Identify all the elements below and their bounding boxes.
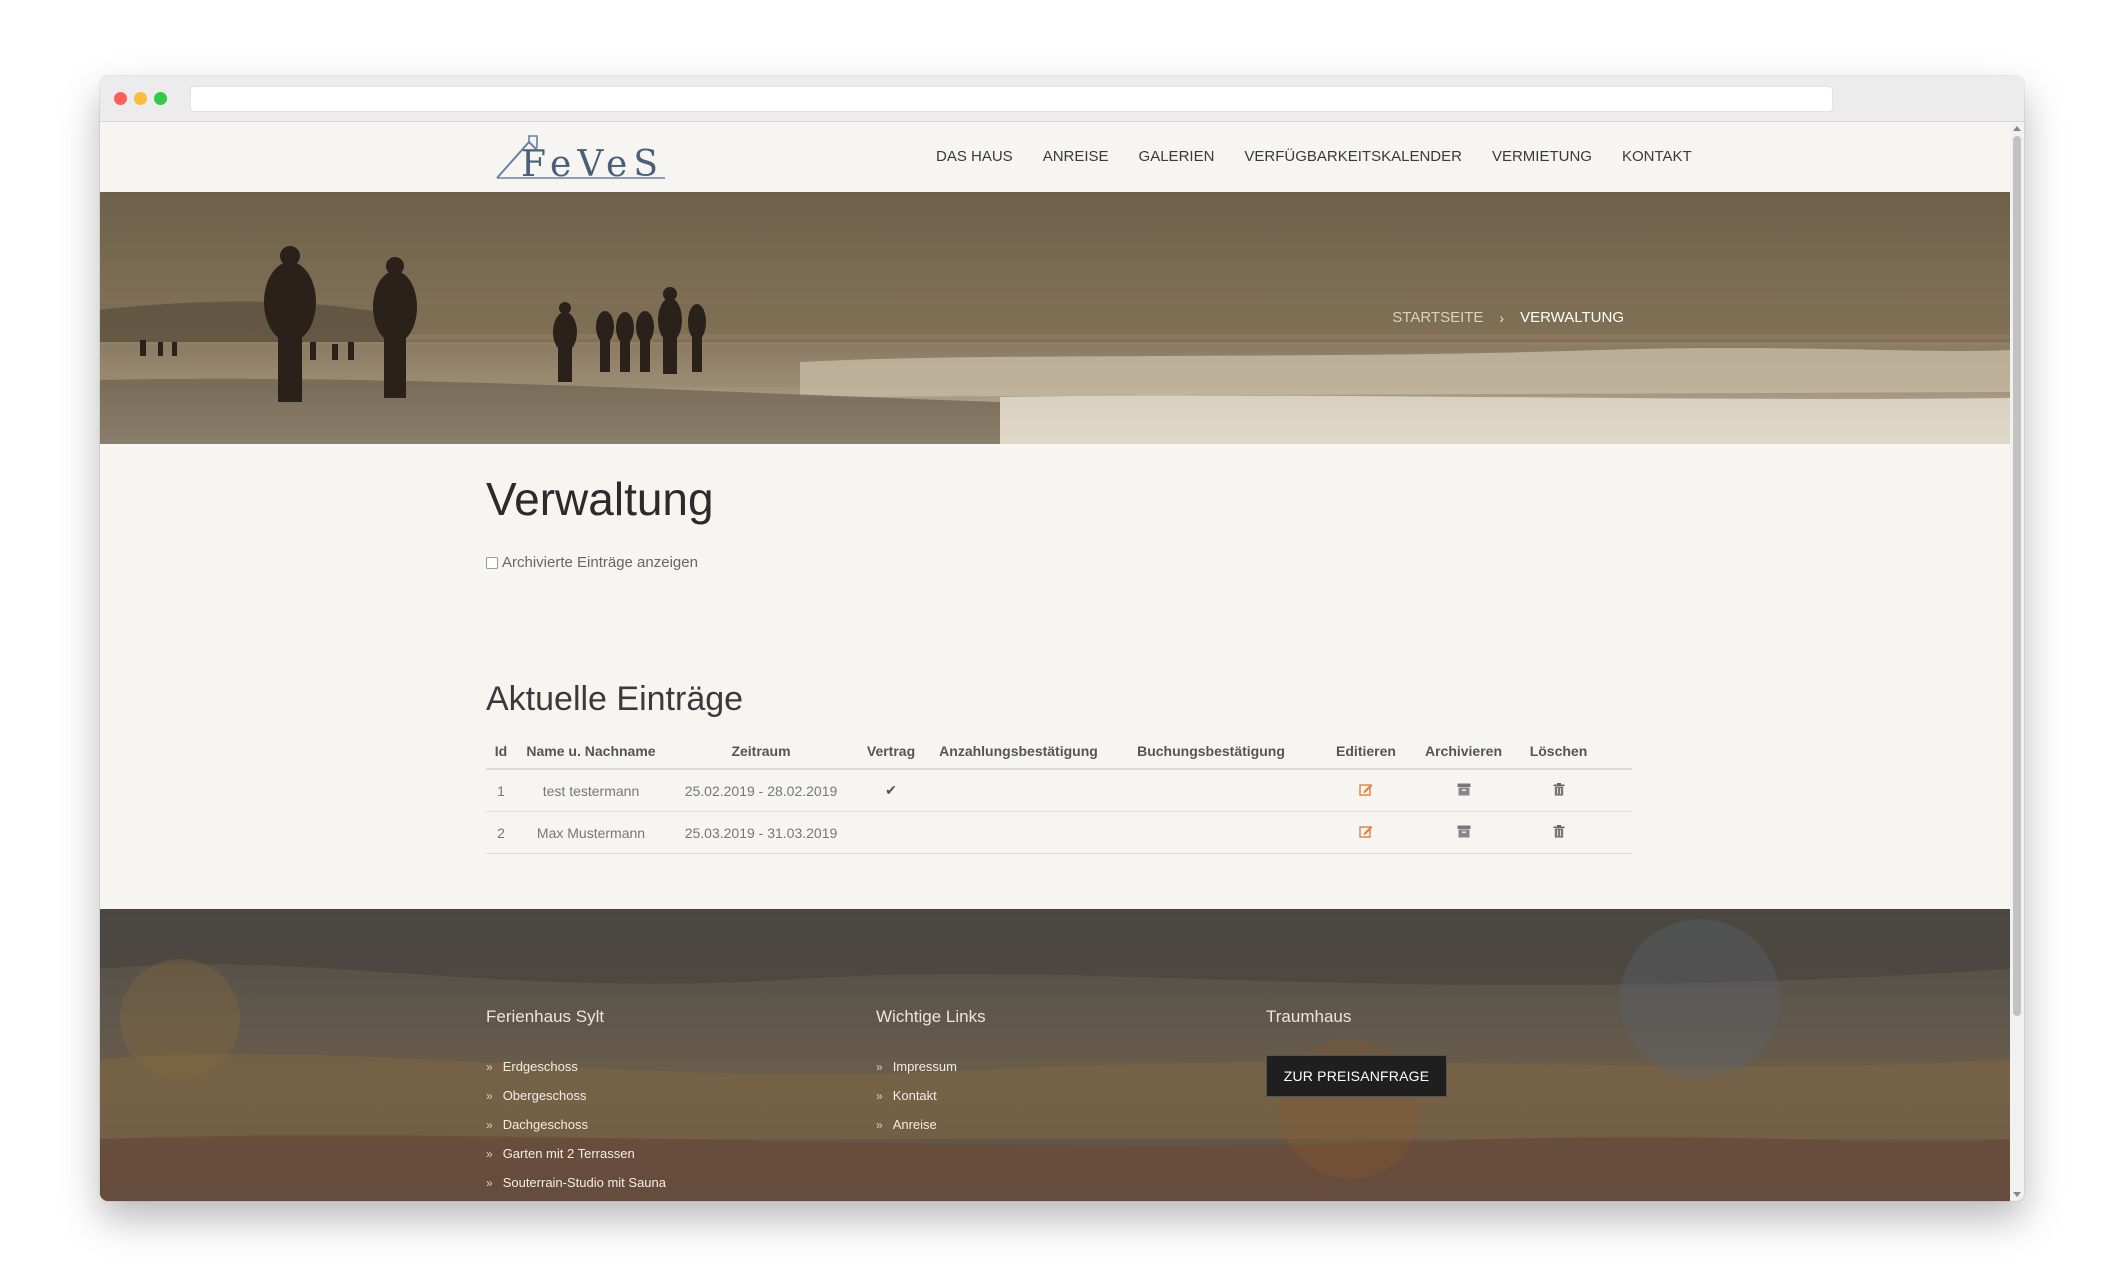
footer-link-anreise[interactable]: » Anreise	[876, 1117, 986, 1132]
footer-link-erdgeschoss[interactable]: » Erdgeschoss	[486, 1059, 666, 1074]
double-chevron-right-icon: »	[876, 1088, 883, 1103]
archive-button[interactable]	[1421, 825, 1506, 841]
footer-link-label: Erdgeschoss	[502, 1059, 578, 1074]
hero-banner: STARTSEITE › VERWALTUNG	[100, 192, 2010, 444]
footer-link-label: Impressum	[892, 1059, 957, 1074]
archived-checkbox[interactable]	[486, 556, 498, 569]
trash-icon[interactable]	[1553, 782, 1565, 796]
double-chevron-right-icon: »	[486, 1088, 493, 1103]
table-row: 1 test testermann 25.02.2019 - 28.02.201…	[486, 770, 1632, 812]
footer-link-label: Anreise	[892, 1117, 937, 1132]
footer-link-obergeschoss[interactable]: » Obergeschoss	[486, 1088, 666, 1103]
close-window-button[interactable]	[114, 92, 127, 105]
scrollbar-thumb[interactable]	[2013, 136, 2021, 1016]
archive-button[interactable]	[1421, 783, 1506, 799]
table-header-row: Id Name u. Nachname Zeitraum Vertrag Anz…	[486, 734, 1632, 770]
site-header: FeVeS DAS HAUS ANREISE GALERIEN VERFÜGBA…	[100, 122, 2010, 192]
nav-item-anreise[interactable]: ANREISE	[1043, 148, 1109, 165]
footer-link-label: Souterrain-Studio mit Sauna	[502, 1175, 666, 1190]
delete-button[interactable]	[1506, 824, 1611, 841]
footer-link-impressum[interactable]: » Impressum	[876, 1059, 986, 1074]
footer-painting-background	[100, 909, 2010, 1201]
footer-title-links: Wichtige Links	[876, 1007, 986, 1026]
footer-column-ferienhaus: Ferienhaus Sylt » Erdgeschoss » Obergescho…	[486, 1007, 666, 1201]
footer-link-dachgeschoss[interactable]: » Dachgeschoss	[486, 1117, 666, 1132]
price-request-button[interactable]: ZUR PREISANFRAGE	[1266, 1055, 1447, 1097]
nav-item-kontakt[interactable]: KONTAKT	[1622, 148, 1692, 165]
cell-zeitraum: 25.02.2019 - 28.02.2019	[684, 782, 838, 799]
footer-column-links: Wichtige Links » Impressum » Kontakt » Anre…	[876, 1007, 986, 1146]
column-header-vertrag: Vertrag	[866, 743, 916, 759]
nav-item-galerien[interactable]: GALERIEN	[1139, 148, 1215, 165]
footer-title-ferienhaus: Ferienhaus Sylt	[486, 1007, 605, 1026]
breadcrumb-home-link[interactable]: STARTSEITE	[1392, 309, 1483, 326]
scroll-up-arrow-icon[interactable]	[2013, 126, 2021, 131]
edit-icon[interactable]	[1359, 782, 1373, 796]
logo-text: FeVeS	[521, 144, 664, 185]
main-nav: DAS HAUS ANREISE GALERIEN VERFÜGBARKEITS…	[936, 148, 1692, 165]
footer-link-label: Kontakt	[892, 1088, 937, 1103]
edit-button[interactable]	[1311, 782, 1421, 799]
cell-id: 2	[497, 824, 505, 841]
edit-button[interactable]	[1311, 824, 1421, 841]
site-logo[interactable]: FeVeS	[493, 132, 668, 185]
minimize-window-button[interactable]	[134, 92, 147, 105]
browser-chrome	[100, 76, 2024, 122]
double-chevron-right-icon: »	[876, 1059, 883, 1074]
footer-link-souterrain[interactable]: » Souterrain-Studio mit Sauna	[486, 1175, 666, 1190]
page-viewport: FeVeS DAS HAUS ANREISE GALERIEN VERFÜGBA…	[100, 122, 2010, 1201]
column-header-zeitraum: Zeitraum	[731, 743, 791, 759]
cell-name: Max Mustermann	[536, 824, 646, 841]
entries-table: Id Name u. Nachname Zeitraum Vertrag Anz…	[486, 734, 1632, 854]
edit-icon[interactable]	[1359, 824, 1373, 838]
column-header-loeschen: Löschen	[1529, 743, 1588, 759]
nav-item-vermietung[interactable]: VERMIETUNG	[1492, 148, 1592, 165]
footer-link-label: Obergeschoss	[502, 1088, 587, 1103]
double-chevron-right-icon: »	[486, 1117, 493, 1132]
site-footer: Ferienhaus Sylt » Erdgeschoss » Obergescho…	[100, 909, 2010, 1201]
archive-icon[interactable]	[1457, 783, 1471, 796]
chevron-right-icon: ›	[1499, 309, 1505, 326]
browser-window: FeVeS DAS HAUS ANREISE GALERIEN VERFÜGBA…	[100, 76, 2024, 1201]
column-header-editieren: Editieren	[1336, 743, 1396, 759]
cell-id: 1	[497, 782, 505, 799]
column-header-name: Name u. Nachname	[526, 743, 656, 759]
cell-zeitraum: 25.03.2019 - 31.03.2019	[684, 824, 838, 841]
beach-photo	[100, 246, 2010, 444]
archived-toggle[interactable]: Archivierte Einträge anzeigen	[486, 554, 698, 571]
check-icon: ✔	[885, 782, 897, 798]
footer-column-traumhaus: Traumhaus ZUR PREISANFRAGE	[1266, 1007, 1466, 1167]
nav-item-verfuegbarkeitskalender[interactable]: VERFÜGBARKEITSKALENDER	[1244, 148, 1462, 165]
footer-link-kontakt[interactable]: » Kontakt	[876, 1088, 986, 1103]
footer-link-label: Dachgeschoss	[502, 1117, 588, 1132]
scroll-down-arrow-icon[interactable]	[2013, 1192, 2021, 1197]
page-title: Verwaltung	[486, 473, 714, 525]
main-content: Verwaltung Archivierte Einträge anzeigen…	[100, 444, 2010, 909]
breadcrumb: STARTSEITE › VERWALTUNG	[1392, 309, 1624, 326]
archive-icon[interactable]	[1457, 825, 1471, 838]
footer-link-label: Garten mit 2 Terrassen	[502, 1146, 635, 1161]
trash-icon[interactable]	[1553, 824, 1565, 838]
address-bar[interactable]	[190, 86, 1833, 112]
column-header-id: Id	[494, 743, 508, 759]
section-title: Aktuelle Einträge	[486, 680, 744, 718]
column-header-buchung: Buchungsbestätigung	[1137, 743, 1285, 759]
archived-checkbox-label: Archivierte Einträge anzeigen	[502, 554, 698, 571]
double-chevron-right-icon: »	[486, 1175, 493, 1190]
double-chevron-right-icon: »	[486, 1059, 493, 1074]
table-row: 2 Max Mustermann 25.03.2019 - 31.03.2019	[486, 812, 1632, 854]
double-chevron-right-icon: »	[486, 1146, 493, 1161]
scrollbar[interactable]	[2010, 122, 2024, 1201]
breadcrumb-current: VERWALTUNG	[1520, 309, 1624, 326]
cell-name: test testermann	[542, 782, 640, 799]
nav-item-das-haus[interactable]: DAS HAUS	[936, 148, 1013, 165]
maximize-window-button[interactable]	[154, 92, 167, 105]
column-header-archivieren: Archivieren	[1424, 743, 1503, 759]
footer-link-garten[interactable]: » Garten mit 2 Terrassen	[486, 1146, 666, 1161]
double-chevron-right-icon: »	[876, 1117, 883, 1132]
delete-button[interactable]	[1506, 782, 1611, 799]
footer-title-traumhaus: Traumhaus	[1266, 1007, 1352, 1026]
column-header-anzahlung: Anzahlungsbestätigung	[939, 743, 1098, 759]
